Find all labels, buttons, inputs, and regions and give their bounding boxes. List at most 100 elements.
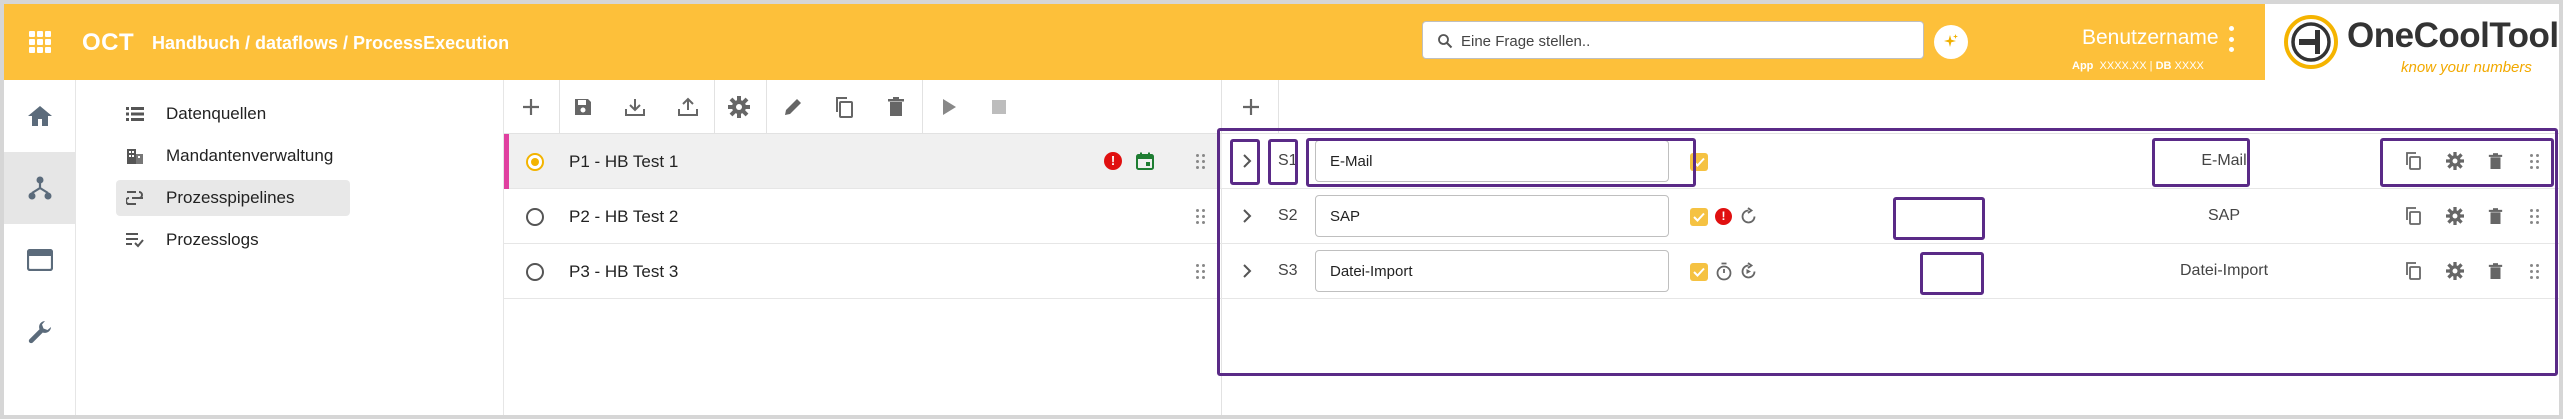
copy-icon (836, 97, 853, 118)
step-settings-button[interactable] (2444, 205, 2466, 227)
rail-home[interactable] (4, 80, 76, 152)
pipeline-row[interactable]: P1 - HB Test 1 ! (504, 134, 1222, 189)
logo-mark-icon (2284, 15, 2338, 69)
drag-handle-icon[interactable] (1196, 154, 1206, 170)
home-icon (28, 106, 52, 126)
pipelines-panel: P1 - HB Test 1 ! P2 - HB Test 2 P3 - HB … (504, 80, 1222, 415)
delete-step-button[interactable] (2484, 205, 2506, 227)
nav-item-label: Prozesspipelines (166, 188, 295, 207)
stop-button[interactable] (984, 92, 1014, 122)
meta-separator: | (2149, 60, 2153, 72)
pipeline-row[interactable]: P3 - HB Test 3 (504, 244, 1222, 299)
step-enabled-checkbox[interactable] (1690, 263, 1708, 281)
pipeline-toolbar (504, 80, 1222, 134)
step-id: S1 (1278, 152, 1298, 169)
refresh-icon[interactable] (1739, 207, 1758, 226)
steps-panel: S1 E-Mail S2 ! SAP S3 (1222, 80, 2559, 415)
step-type: SAP (2207, 207, 2240, 224)
copy-icon (2406, 152, 2421, 170)
duplicate-button[interactable] (829, 92, 859, 122)
pipeline-label: P3 - HB Test 3 (569, 262, 679, 281)
more-vert-icon[interactable] (2229, 26, 2235, 52)
gear-icon (728, 96, 750, 118)
delete-step-button[interactable] (2484, 150, 2506, 172)
list-icon (126, 107, 144, 121)
step-enabled-checkbox[interactable] (1690, 153, 1708, 171)
chevron-right-icon[interactable] (1240, 262, 1254, 280)
import-button[interactable] (620, 92, 650, 122)
step-id: S3 (1278, 262, 1298, 279)
step-enabled-checkbox[interactable] (1690, 208, 1708, 226)
save-button[interactable] (568, 92, 598, 122)
chevron-right-icon[interactable] (1240, 152, 1254, 170)
download-icon (625, 99, 645, 116)
gear-icon (2446, 152, 2464, 170)
drag-handle-icon[interactable] (2530, 264, 2540, 280)
search-box[interactable] (1422, 21, 1924, 59)
app-db-info: App XXXX.XX | DB XXXX (2072, 60, 2204, 72)
calendar-icon[interactable] (1136, 152, 1154, 170)
delete-button[interactable] (881, 92, 911, 122)
settings-button[interactable] (724, 92, 754, 122)
top-header: OCT Handbuch / dataflows / ProcessExecut… (4, 4, 2559, 80)
step-settings-button[interactable] (2444, 260, 2466, 282)
flow-network-icon (28, 176, 52, 200)
rail-tools[interactable] (4, 296, 76, 368)
error-icon: ! (1715, 208, 1732, 225)
edit-button[interactable] (778, 92, 808, 122)
logo-text: OneCoolTool (2347, 16, 2559, 55)
step-row: S1 E-Mail (1222, 134, 2559, 189)
pipeline-radio[interactable] (526, 208, 544, 226)
nav-item-label: Mandantenverwaltung (166, 146, 334, 165)
app-value: XXXX.XX (2099, 60, 2147, 72)
step-type: E-Mail (2201, 152, 2247, 169)
pipeline-radio[interactable] (526, 263, 544, 281)
app-window: OCT Handbuch / dataflows / ProcessExecut… (4, 4, 2559, 415)
rail-flows[interactable] (4, 152, 76, 224)
db-label: DB (2155, 60, 2172, 72)
brand-logo: OneCoolTool know your numbers (2265, 4, 2559, 80)
pipeline-label: P2 - HB Test 2 (569, 207, 679, 226)
copy-icon (2406, 262, 2421, 280)
retry-icon[interactable] (1739, 262, 1758, 281)
nav-item-mandantenverwaltung[interactable]: Mandantenverwaltung (116, 138, 350, 174)
step-type: Datei-Import (2179, 262, 2269, 279)
nav-item-prozesspipelines[interactable]: Prozesspipelines (116, 180, 350, 216)
check-icon (1693, 212, 1705, 222)
drag-handle-icon[interactable] (2530, 209, 2540, 225)
trash-icon (2488, 262, 2502, 279)
breadcrumb: Handbuch / dataflows / ProcessExecution (152, 33, 510, 53)
app-title[interactable]: OCT (82, 29, 134, 57)
rail-window[interactable] (4, 224, 76, 296)
step-row: S3 Datei-Import (1222, 244, 2559, 299)
duplicate-step-button[interactable] (2402, 150, 2424, 172)
step-name-input[interactable] (1315, 140, 1669, 182)
delete-step-button[interactable] (2484, 260, 2506, 282)
chevron-right-icon[interactable] (1240, 207, 1254, 225)
drag-handle-icon[interactable] (1196, 264, 1206, 280)
step-settings-button[interactable] (2444, 150, 2466, 172)
nav-item-prozesslogs[interactable]: Prozesslogs (116, 222, 350, 258)
export-button[interactable] (673, 92, 703, 122)
drag-handle-icon[interactable] (2530, 154, 2540, 170)
add-pipeline-button[interactable] (516, 92, 546, 122)
trash-icon (888, 97, 904, 116)
step-name-input[interactable] (1315, 195, 1669, 237)
search-input[interactable] (1461, 28, 1911, 54)
check-icon (1693, 267, 1705, 277)
pipeline-radio[interactable] (526, 153, 544, 171)
drag-handle-icon[interactable] (1196, 209, 1206, 225)
add-step-button[interactable] (1236, 92, 1266, 122)
apps-grid-icon[interactable] (29, 31, 51, 53)
step-name-input[interactable] (1315, 250, 1669, 292)
duplicate-step-button[interactable] (2402, 205, 2424, 227)
step-id: S2 (1278, 207, 1298, 224)
ai-sparkle-button[interactable] (1934, 25, 1968, 59)
pipeline-row[interactable]: P2 - HB Test 2 (504, 189, 1222, 244)
user-name[interactable]: Benutzername (2082, 26, 2219, 50)
pipeline-icon (126, 191, 143, 205)
run-button[interactable] (934, 92, 964, 122)
plus-icon (1243, 99, 1259, 115)
duplicate-step-button[interactable] (2402, 260, 2424, 282)
nav-item-datenquellen[interactable]: Datenquellen (116, 96, 350, 132)
